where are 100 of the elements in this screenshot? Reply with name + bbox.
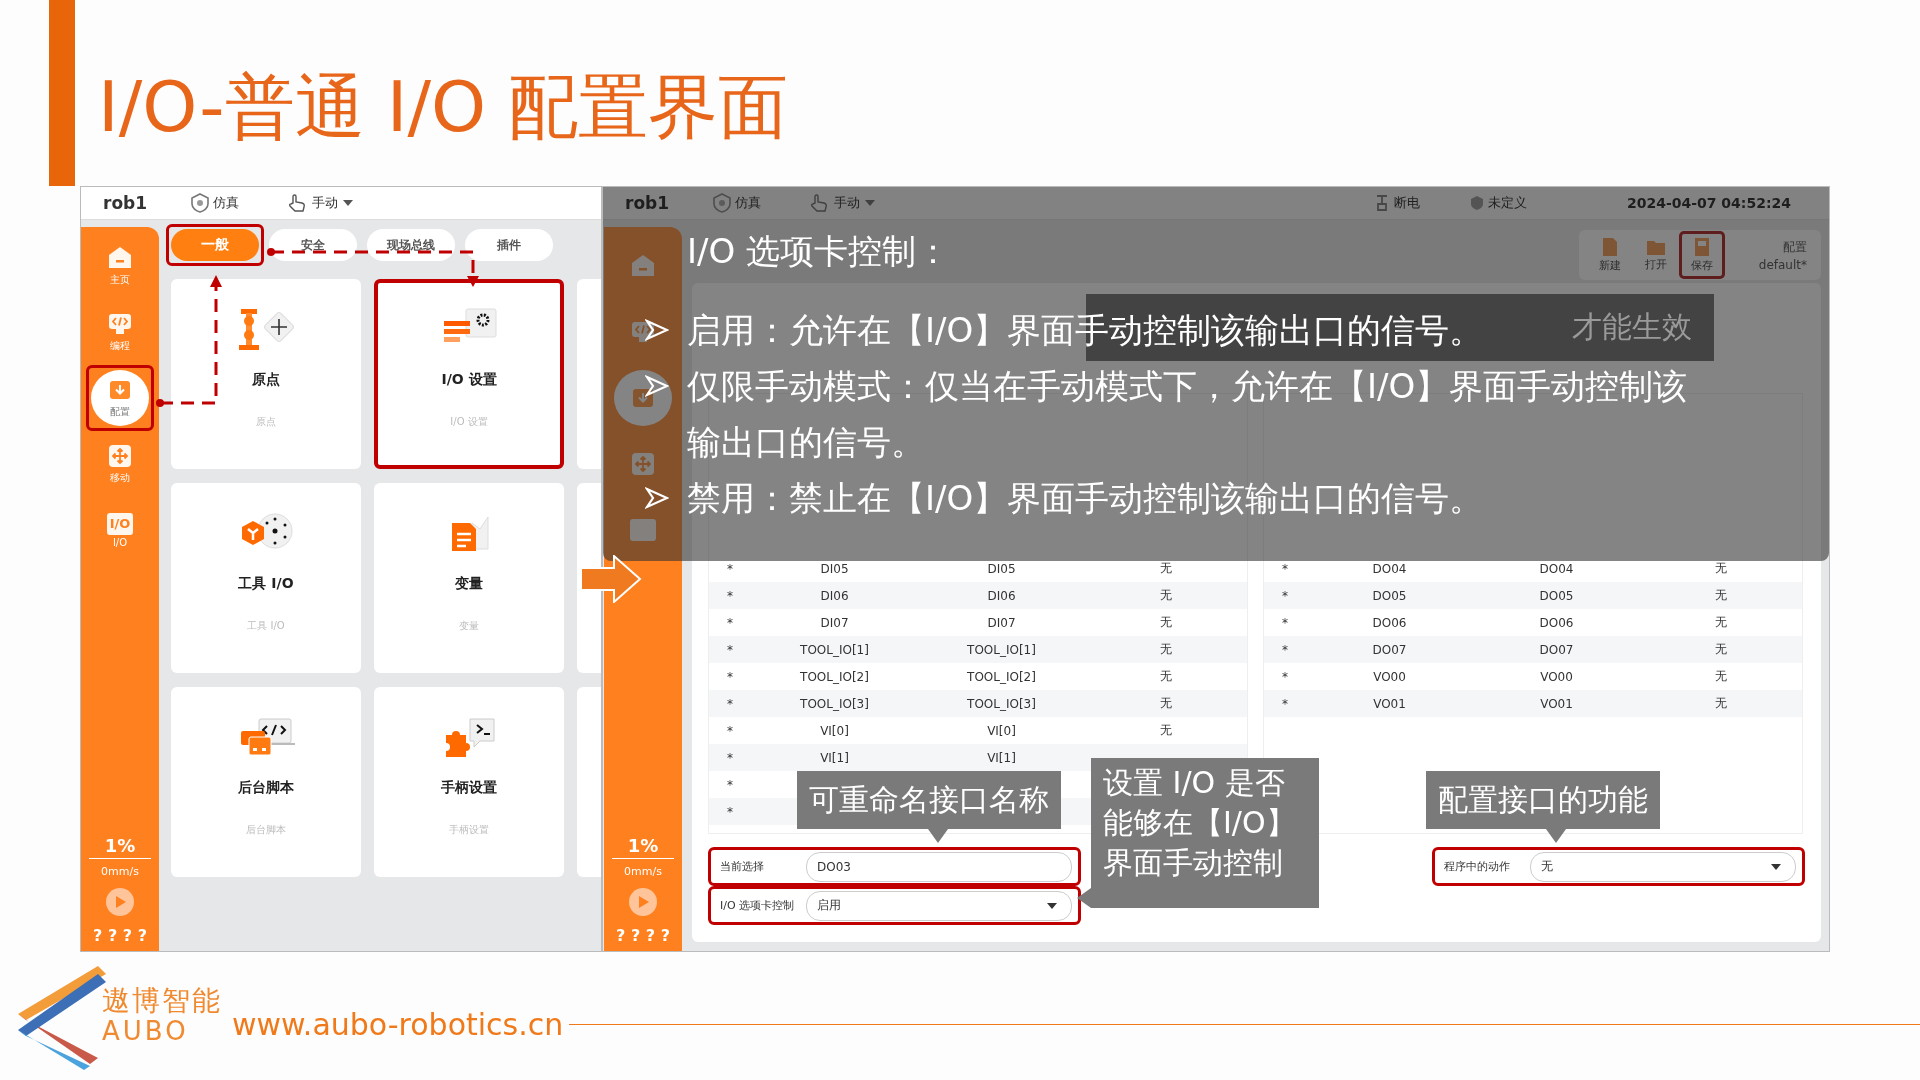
table-cell-text: DO07 xyxy=(1371,642,1408,657)
field-label: I/O 选项卡控制 xyxy=(720,898,796,913)
field-label: 当前选择 xyxy=(720,859,765,874)
table-cell-text: * xyxy=(726,696,734,711)
table-cell-text: TOOL_IO[2] xyxy=(966,669,1037,684)
table-cell-text: * xyxy=(1281,696,1289,711)
table-cell-text: VO01 xyxy=(1372,696,1407,711)
hand-icon xyxy=(809,194,830,212)
select-field[interactable]: 启用 xyxy=(806,890,1072,921)
input-field[interactable]: DO03 xyxy=(806,851,1072,882)
table-cell-text: DO07 xyxy=(1538,642,1575,657)
config-label: 配置 xyxy=(1783,238,1807,256)
settings-card[interactable]: 原点 原点 xyxy=(171,279,361,469)
play-icon[interactable] xyxy=(106,888,134,916)
hand-icon xyxy=(287,194,308,212)
move-arrows-icon xyxy=(107,443,133,469)
io-badge: I/O xyxy=(106,512,134,535)
table-cell-text: * xyxy=(726,588,734,603)
table-cell-text: VO00 xyxy=(1539,669,1574,684)
date-time: 2024-04-07 04:52:24 xyxy=(1626,195,1791,211)
table-cell-text: * xyxy=(1281,588,1289,603)
table-cell-text: * xyxy=(1281,642,1289,657)
power-status: 断电 xyxy=(1393,194,1420,212)
sidebar-item[interactable] xyxy=(614,370,672,426)
table-cell-text: 无 xyxy=(1714,587,1728,604)
arrow-bullet-icon xyxy=(645,318,669,342)
toolbar-button[interactable]: 新建 xyxy=(1590,235,1629,275)
robot-name: rob1 xyxy=(103,193,148,213)
control-mode-dropdown[interactable]: 手动 xyxy=(809,194,876,212)
table-cell-text: DO04 xyxy=(1371,561,1408,576)
card-title: I/O 设置 xyxy=(441,371,497,389)
safety-status: 未定义 xyxy=(1487,194,1527,212)
table-cell-text: * xyxy=(726,642,734,657)
mode-label: 仿真 xyxy=(735,194,762,212)
table-cell-text: * xyxy=(726,804,734,819)
toolbar-button[interactable]: 保存 xyxy=(1682,235,1721,275)
table-cell-text: DO06 xyxy=(1538,615,1575,630)
table-cell-text: VI[1] xyxy=(986,750,1017,765)
table-cell-text: VI[0] xyxy=(819,723,850,738)
table-cell-text: 无 xyxy=(1714,641,1728,658)
caret-icon xyxy=(1047,902,1057,909)
card-subtitle: 原点 xyxy=(256,415,276,429)
control-mode-dropdown[interactable]: 手动 xyxy=(287,194,354,212)
tab[interactable]: 现场总线 xyxy=(367,229,455,261)
table-cell-text: 无 xyxy=(1159,614,1173,631)
sidebar-item[interactable]: 配置 xyxy=(91,370,149,426)
note-title: I/O 选项卡控制： xyxy=(687,230,951,273)
card-title: 工具 I/O xyxy=(238,575,294,593)
caret-icon xyxy=(1771,863,1781,870)
select-field[interactable]: 无 xyxy=(1530,851,1796,882)
table-cell-text: * xyxy=(1281,561,1289,576)
caret-icon xyxy=(343,200,354,206)
card-subtitle: 变量 xyxy=(459,619,479,633)
table-cell-text: 无 xyxy=(1159,641,1173,658)
table-cell-text: 无 xyxy=(1714,560,1728,577)
settings-card[interactable]: 变量 变量 xyxy=(374,483,564,673)
block-arrow-icon xyxy=(580,555,642,603)
card-title: 后台脚本 xyxy=(238,779,294,797)
brand-name: AUBO xyxy=(102,1017,190,1046)
table-cell-text: VO00 xyxy=(1372,669,1407,684)
config-name: default* xyxy=(1758,257,1807,272)
callout: 设置 I/O 是否能够在【I/O】界面手动控制 xyxy=(1077,758,1319,908)
table-cell-text: DI05 xyxy=(819,561,850,576)
table-cell-text: 无 xyxy=(1159,695,1173,712)
table-cell-text: DI07 xyxy=(819,615,850,630)
table-cell-text: DI06 xyxy=(819,588,850,603)
shield-icon xyxy=(191,193,210,213)
slide-title: I/O-普通 I/O 配置界面 xyxy=(98,65,789,150)
table-cell-text: TOOL_IO[1] xyxy=(799,642,870,657)
toolbar-button[interactable]: 打开 xyxy=(1636,235,1675,275)
table-cell-text: * xyxy=(1281,669,1289,684)
speed-value: 0mm/s xyxy=(624,865,662,878)
arrow-bullet-icon xyxy=(645,374,669,398)
status-marks: ? ? ? ? xyxy=(616,926,670,945)
callout: 可重命名接口名称 xyxy=(797,771,1061,843)
table-cell-text: * xyxy=(726,561,734,576)
speed-ratio: 1% xyxy=(89,835,151,859)
table-cell-text: 无 xyxy=(1159,722,1173,739)
tab[interactable]: 安全 xyxy=(269,229,357,261)
table-cell-text: DO05 xyxy=(1538,588,1575,603)
table-cell-text: * xyxy=(726,723,734,738)
arrow-bullet-icon xyxy=(645,486,669,510)
folder-icon xyxy=(1645,238,1666,256)
speed-ratio: 1% xyxy=(612,835,674,859)
table-cell-text: VO01 xyxy=(1539,696,1574,711)
table-cell-text: TOOL_IO[1] xyxy=(966,642,1037,657)
settings-card[interactable]: 后台脚本 后台脚本 xyxy=(171,687,361,877)
table-cell-text: DI06 xyxy=(986,588,1017,603)
table-cell-text: 无 xyxy=(1159,668,1173,685)
table-cell-text: DO04 xyxy=(1538,561,1575,576)
home-icon xyxy=(107,245,133,271)
table-cell-text: VI[1] xyxy=(819,750,850,765)
speed-value: 0mm/s xyxy=(101,865,139,878)
table-cell-text: TOOL_IO[2] xyxy=(799,669,870,684)
save-icon xyxy=(1692,237,1711,257)
note-bullet: 仅限手动模式：仅当在手动模式下，允许在【I/O】界面手动控制该输出口的信号。 xyxy=(687,365,1689,464)
tab[interactable]: 插件 xyxy=(465,229,553,261)
table-cell-text: 无 xyxy=(1714,614,1728,631)
play-icon[interactable] xyxy=(629,888,657,916)
brand-name: 遨博智能 xyxy=(102,986,222,1018)
